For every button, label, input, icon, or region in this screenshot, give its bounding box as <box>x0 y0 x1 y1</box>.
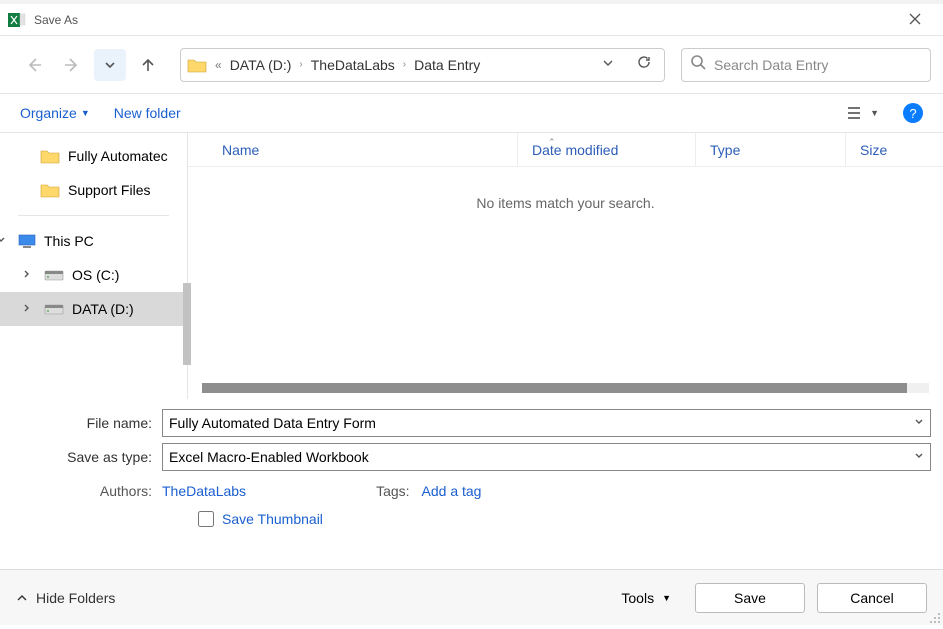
chevron-right-icon: › <box>299 59 302 70</box>
tree-item-this-pc[interactable]: This PC <box>0 224 187 258</box>
col-label: Size <box>860 142 887 158</box>
recent-locations-button[interactable] <box>94 49 126 81</box>
filename-label: File name: <box>12 415 162 431</box>
folder-icon <box>40 182 60 198</box>
folder-icon <box>40 148 60 164</box>
col-label: Date modified <box>532 142 618 158</box>
column-name[interactable]: Name <box>188 133 518 166</box>
savetype-label: Save as type: <box>12 449 162 465</box>
save-thumbnail-label[interactable]: Save Thumbnail <box>222 511 323 527</box>
column-headers: ⌃ Name Date modified Type Size <box>188 133 943 167</box>
pc-icon <box>18 234 36 248</box>
search-box[interactable] <box>681 48 931 82</box>
tools-label: Tools <box>621 590 654 606</box>
view-options-button[interactable]: ▼ <box>846 106 879 120</box>
new-folder-button[interactable]: New folder <box>114 105 181 121</box>
tree-item-data-d[interactable]: DATA (D:) <box>0 292 187 326</box>
resize-grip-icon[interactable] <box>929 611 941 623</box>
search-input[interactable] <box>714 57 922 73</box>
breadcrumb-bar[interactable]: « DATA (D:) › TheDataLabs › Data Entry <box>180 48 665 82</box>
filename-field-wrap[interactable] <box>162 409 931 437</box>
tree-label: OS (C:) <box>72 267 119 283</box>
chevron-right-icon: › <box>403 59 406 70</box>
breadcrumb-dropdown[interactable] <box>594 56 622 74</box>
tree-item-os-c[interactable]: OS (C:) <box>0 258 187 292</box>
forward-button[interactable] <box>56 49 88 81</box>
col-label: Name <box>222 142 259 158</box>
hide-folders-button[interactable]: Hide Folders <box>16 590 115 606</box>
disk-icon <box>44 268 64 282</box>
col-label: Type <box>710 142 740 158</box>
breadcrumb-seg-2[interactable]: TheDataLabs <box>311 57 395 73</box>
hide-folders-label: Hide Folders <box>36 590 115 606</box>
tree-label: Fully Automatec <box>68 148 168 164</box>
organize-label: Organize <box>20 105 77 121</box>
save-thumbnail-checkbox[interactable] <box>198 511 214 527</box>
column-date[interactable]: Date modified <box>518 133 696 166</box>
breadcrumb-seg-3[interactable]: Data Entry <box>414 57 480 73</box>
column-type[interactable]: Type <box>696 133 846 166</box>
collapse-icon[interactable] <box>0 235 8 248</box>
savetype-value: Excel Macro-Enabled Workbook <box>169 449 369 465</box>
tree-label: DATA (D:) <box>72 301 134 317</box>
expand-icon[interactable] <box>20 269 34 282</box>
organize-menu[interactable]: Organize ▼ <box>20 105 90 121</box>
column-size[interactable]: Size <box>846 133 906 166</box>
caret-down-icon: ▼ <box>81 108 90 118</box>
tree-label: This PC <box>44 233 94 249</box>
horizontal-scrollbar[interactable] <box>202 383 929 393</box>
tree-item-fully-automated[interactable]: Fully Automatec <box>0 139 187 173</box>
sort-indicator-icon: ⌃ <box>548 137 556 148</box>
back-button[interactable] <box>18 49 50 81</box>
breadcrumb-seg-1[interactable]: DATA (D:) <box>230 57 292 73</box>
save-button[interactable]: Save <box>695 583 805 613</box>
caret-down-icon: ▼ <box>662 593 671 603</box>
filename-input[interactable] <box>169 415 924 431</box>
cancel-button[interactable]: Cancel <box>817 583 927 613</box>
tools-menu[interactable]: Tools ▼ <box>621 590 671 606</box>
tags-label: Tags: <box>376 483 421 499</box>
savetype-dropdown-icon[interactable] <box>914 451 924 464</box>
authors-label: Authors: <box>12 483 162 499</box>
close-button[interactable] <box>895 12 935 28</box>
filename-dropdown-icon[interactable] <box>914 417 924 430</box>
help-button[interactable]: ? <box>903 103 923 123</box>
expand-icon[interactable] <box>20 303 34 316</box>
refresh-button[interactable] <box>630 54 658 75</box>
excel-icon <box>8 11 26 29</box>
folder-icon <box>187 57 207 73</box>
disk-icon <box>44 302 64 316</box>
up-button[interactable] <box>132 49 164 81</box>
tree-label: Support Files <box>68 182 150 198</box>
window-title: Save As <box>34 13 78 27</box>
tree-item-support-files[interactable]: Support Files <box>0 173 187 207</box>
tags-value[interactable]: Add a tag <box>422 483 482 499</box>
empty-message: No items match your search. <box>188 167 943 211</box>
authors-value[interactable]: TheDataLabs <box>162 483 246 499</box>
savetype-select[interactable]: Excel Macro-Enabled Workbook <box>162 443 931 471</box>
search-icon <box>690 54 706 75</box>
breadcrumb-overflow[interactable]: « <box>215 58 222 72</box>
folder-tree[interactable]: Fully Automatec Support Files This PC OS… <box>0 133 188 399</box>
